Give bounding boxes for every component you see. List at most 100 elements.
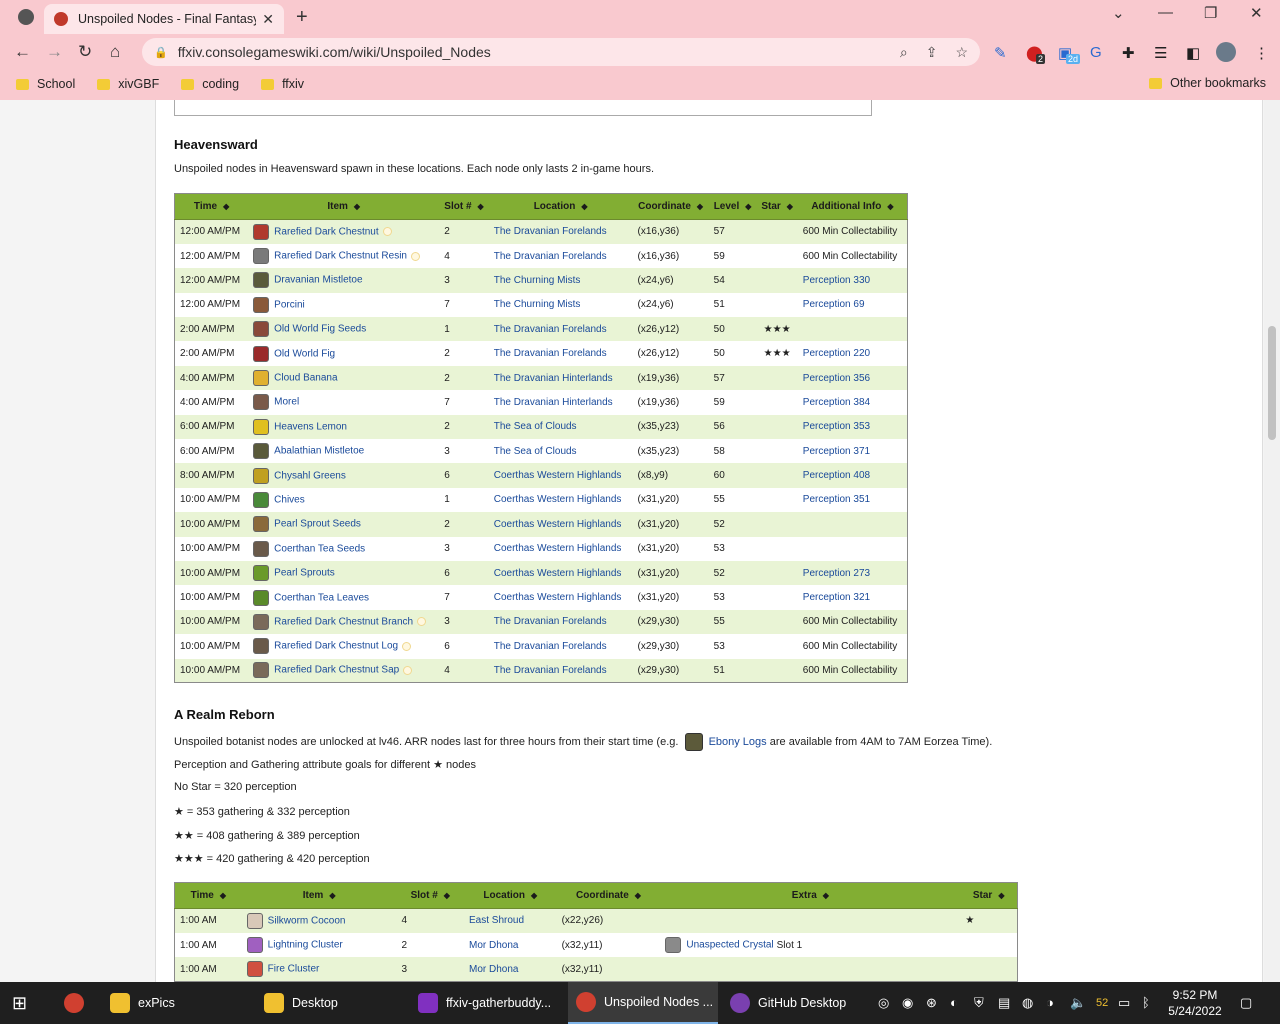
home-icon[interactable]: ⌂ — [110, 42, 120, 62]
item-link[interactable]: Dravanian Mistletoe — [274, 275, 362, 286]
perception-link[interactable]: Perception 321 — [803, 592, 870, 603]
tray-app-icon[interactable]: ◐ — [950, 995, 958, 1010]
column-header[interactable]: Slot # ◆ — [396, 882, 464, 909]
item-link[interactable]: Cloud Banana — [274, 373, 337, 384]
bookmark-coding[interactable]: coding — [181, 77, 239, 91]
sort-icon[interactable]: ◆ — [998, 891, 1004, 900]
column-header[interactable]: Location ◆ — [488, 193, 633, 220]
sort-icon[interactable]: ◆ — [887, 202, 893, 211]
perception-link[interactable]: Perception 384 — [803, 397, 870, 408]
sort-icon[interactable]: ◆ — [220, 891, 226, 900]
bookmark-ffxiv[interactable]: ffxiv — [261, 77, 304, 91]
location-link[interactable]: The Dravanian Forelands — [494, 641, 607, 652]
sort-icon[interactable]: ◆ — [787, 202, 793, 211]
item-icon[interactable] — [253, 345, 270, 362]
extra-link[interactable]: Unaspected Crystal — [686, 940, 773, 951]
item-link[interactable]: Old World Fig — [274, 348, 335, 359]
scrollbar-thumb[interactable] — [1268, 326, 1276, 440]
item-icon[interactable] — [253, 296, 270, 313]
close-tab-icon[interactable]: ✕ — [262, 11, 274, 28]
column-header[interactable]: Item ◆ — [241, 882, 397, 909]
item-icon[interactable] — [246, 961, 263, 978]
item-icon[interactable] — [246, 912, 263, 929]
item-link[interactable]: Morel — [274, 397, 299, 408]
back-icon[interactable]: ← — [14, 42, 31, 62]
item-icon[interactable] — [253, 540, 270, 557]
profile-icon[interactable] — [18, 9, 34, 25]
discord-tray-icon-2[interactable]: ◉ — [902, 995, 913, 1011]
item-link[interactable]: Fire Cluster — [268, 964, 320, 975]
item-icon[interactable] — [253, 418, 270, 435]
profile-avatar[interactable] — [1216, 42, 1236, 62]
location-link[interactable]: The Dravanian Forelands — [494, 226, 607, 237]
tray-app-icon-3[interactable]: ◑ — [1046, 995, 1054, 1010]
item-icon[interactable] — [253, 491, 270, 508]
item-link[interactable]: Porcini — [274, 300, 305, 311]
location-link[interactable]: Coerthas Western Highlands — [494, 470, 622, 481]
column-header[interactable]: Extra ◆ — [660, 882, 961, 909]
zoom-icon[interactable]: ⌕ — [900, 44, 908, 61]
perception-link[interactable]: Perception 408 — [803, 470, 870, 481]
item-link[interactable]: Pearl Sprout Seeds — [274, 519, 361, 530]
item-icon[interactable] — [253, 248, 270, 265]
taskbar-intellij[interactable]: ffxiv-gatherbuddy... — [418, 982, 564, 1024]
new-tab-icon[interactable]: + — [296, 6, 308, 29]
taskbar-chrome[interactable]: Unspoiled Nodes ... — [568, 982, 718, 1024]
item-link[interactable]: Lightning Cluster — [268, 940, 343, 951]
perception-link[interactable]: Perception 351 — [803, 494, 870, 505]
sort-icon[interactable]: ◆ — [697, 202, 703, 211]
item-link[interactable]: Old World Fig Seeds — [274, 324, 366, 335]
discord-tray-icon[interactable]: ◎ — [878, 995, 889, 1011]
column-header[interactable]: Time ◆ — [174, 193, 249, 220]
start-icon[interactable]: ⊞ — [12, 982, 27, 1024]
lock-icon[interactable]: 🔒 — [154, 46, 168, 59]
location-link[interactable]: The Sea of Clouds — [494, 421, 577, 432]
sort-icon[interactable]: ◆ — [329, 891, 335, 900]
location-link[interactable]: Coerthas Western Highlands — [494, 519, 622, 530]
minimize-icon[interactable]: — — [1158, 4, 1173, 21]
perception-link[interactable]: Perception 356 — [803, 373, 870, 384]
column-header[interactable]: Item ◆ — [248, 193, 440, 220]
column-header[interactable]: Star ◆ — [756, 193, 798, 220]
volume-icon[interactable]: 🔈 — [1070, 995, 1086, 1011]
security-tray-icon[interactable]: ⛨ — [974, 995, 984, 1011]
location-link[interactable]: Mor Dhona — [469, 940, 518, 951]
column-header[interactable]: Time ◆ — [174, 882, 242, 909]
extensions-puzzle-icon[interactable]: ✚ — [1122, 44, 1135, 62]
page-scrollbar[interactable] — [1264, 100, 1280, 982]
location-link[interactable]: The Dravanian Hinterlands — [494, 397, 613, 408]
side-panel-icon[interactable]: ◧ — [1186, 44, 1200, 62]
column-header[interactable]: Additional Info ◆ — [797, 193, 908, 220]
perception-link[interactable]: Perception 220 — [803, 348, 870, 359]
location-link[interactable]: The Dravanian Forelands — [494, 348, 607, 359]
sort-icon[interactable]: ◆ — [823, 891, 829, 900]
item-icon[interactable] — [253, 516, 270, 533]
browser-tab[interactable]: Unspoiled Nodes - Final Fantasy ✕ — [44, 4, 284, 34]
sort-icon[interactable]: ◆ — [581, 202, 587, 211]
taskbar-github[interactable]: GitHub Desktop — [730, 982, 876, 1024]
location-link[interactable]: Coerthas Western Highlands — [494, 543, 622, 554]
item-link[interactable]: Abalathian Mistletoe — [274, 446, 364, 457]
ebony-logs-link[interactable]: Ebony Logs — [709, 736, 767, 748]
item-icon[interactable] — [253, 272, 270, 289]
item-icon[interactable] — [253, 662, 270, 679]
location-link[interactable]: The Churning Mists — [494, 275, 581, 286]
item-link[interactable]: Silkworm Cocoon — [268, 916, 346, 927]
location-link[interactable]: East Shroud — [469, 915, 524, 926]
taskbar-expics[interactable]: exPics — [110, 982, 256, 1024]
forward-icon[interactable]: → — [46, 42, 63, 62]
perception-link[interactable]: Perception 69 — [803, 299, 865, 310]
pen-extension-icon[interactable]: ✎ — [994, 44, 1007, 62]
steam-tray-icon[interactable]: ⊛ — [926, 995, 937, 1011]
item-icon[interactable] — [253, 638, 270, 655]
bookmark-school[interactable]: School — [16, 77, 75, 91]
item-icon[interactable] — [253, 370, 270, 387]
item-link[interactable]: Rarefied Dark Chestnut Branch — [274, 617, 413, 628]
notifications-icon[interactable]: ▢ — [1240, 995, 1252, 1011]
location-link[interactable]: The Dravanian Hinterlands — [494, 373, 613, 384]
sort-icon[interactable]: ◆ — [444, 891, 450, 900]
item-link[interactable]: Coerthan Tea Leaves — [274, 592, 369, 603]
item-icon[interactable] — [253, 321, 270, 338]
reload-icon[interactable]: ↻ — [78, 42, 92, 62]
perception-link[interactable]: Perception 353 — [803, 421, 870, 432]
